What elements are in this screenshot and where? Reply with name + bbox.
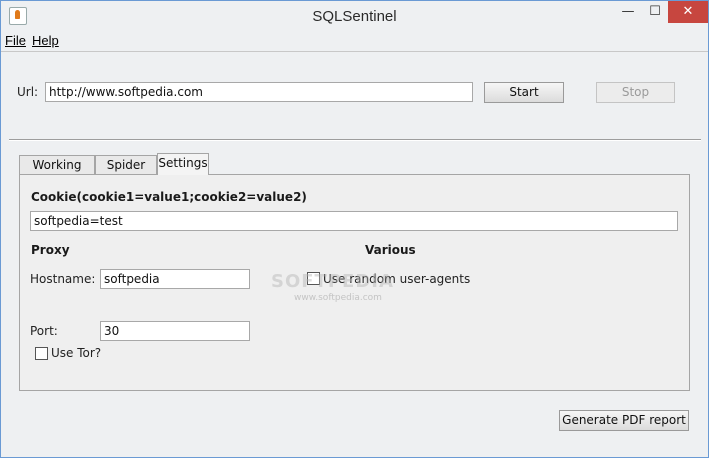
port-input[interactable]: 30 bbox=[100, 321, 250, 341]
cookie-heading: Cookie(cookie1=value1;cookie2=value2) bbox=[31, 190, 307, 204]
menu-file[interactable]: File bbox=[5, 33, 26, 48]
various-heading: Various bbox=[365, 243, 416, 257]
use-tor-checkbox[interactable] bbox=[35, 347, 48, 360]
softpedia-watermark-url: www.softpedia.com bbox=[294, 293, 382, 303]
title-bar[interactable]: SQLSentinel — ☐ ✕ bbox=[1, 1, 708, 31]
menu-help-label: Help bbox=[32, 33, 59, 48]
url-label: Url: bbox=[17, 85, 39, 99]
hostname-input[interactable]: softpedia bbox=[100, 269, 250, 289]
minimize-button[interactable]: — bbox=[614, 1, 642, 23]
divider bbox=[9, 139, 701, 141]
menu-help[interactable]: Help bbox=[32, 33, 59, 48]
use-tor-label: Use Tor? bbox=[51, 346, 102, 360]
url-input[interactable]: http://www.softpedia.com bbox=[45, 82, 473, 102]
proxy-heading: Proxy bbox=[31, 243, 70, 257]
maximize-button[interactable]: ☐ bbox=[642, 1, 668, 23]
softpedia-watermark: SOFTPEDIA bbox=[271, 271, 394, 292]
port-label: Port: bbox=[30, 324, 58, 338]
hostname-label: Hostname: bbox=[30, 272, 96, 286]
cookie-input[interactable]: softpedia=test bbox=[30, 211, 678, 231]
start-button[interactable]: Start bbox=[484, 82, 564, 103]
tab-spider-logs[interactable]: Spider logs bbox=[95, 155, 157, 190]
menu-file-label: File bbox=[5, 33, 26, 48]
close-button[interactable]: ✕ bbox=[668, 1, 708, 23]
menu-bar: File Help bbox=[1, 31, 708, 52]
tab-settings[interactable]: Settings bbox=[157, 153, 209, 175]
app-window: SQLSentinel — ☐ ✕ File Help Url: http://… bbox=[0, 0, 709, 458]
tab-working-logs[interactable]: Working Logs bbox=[19, 155, 95, 190]
stop-button[interactable]: Stop bbox=[596, 82, 675, 103]
window-title: SQLSentinel bbox=[312, 8, 397, 25]
generate-pdf-report-button[interactable]: Generate PDF report bbox=[559, 410, 689, 431]
